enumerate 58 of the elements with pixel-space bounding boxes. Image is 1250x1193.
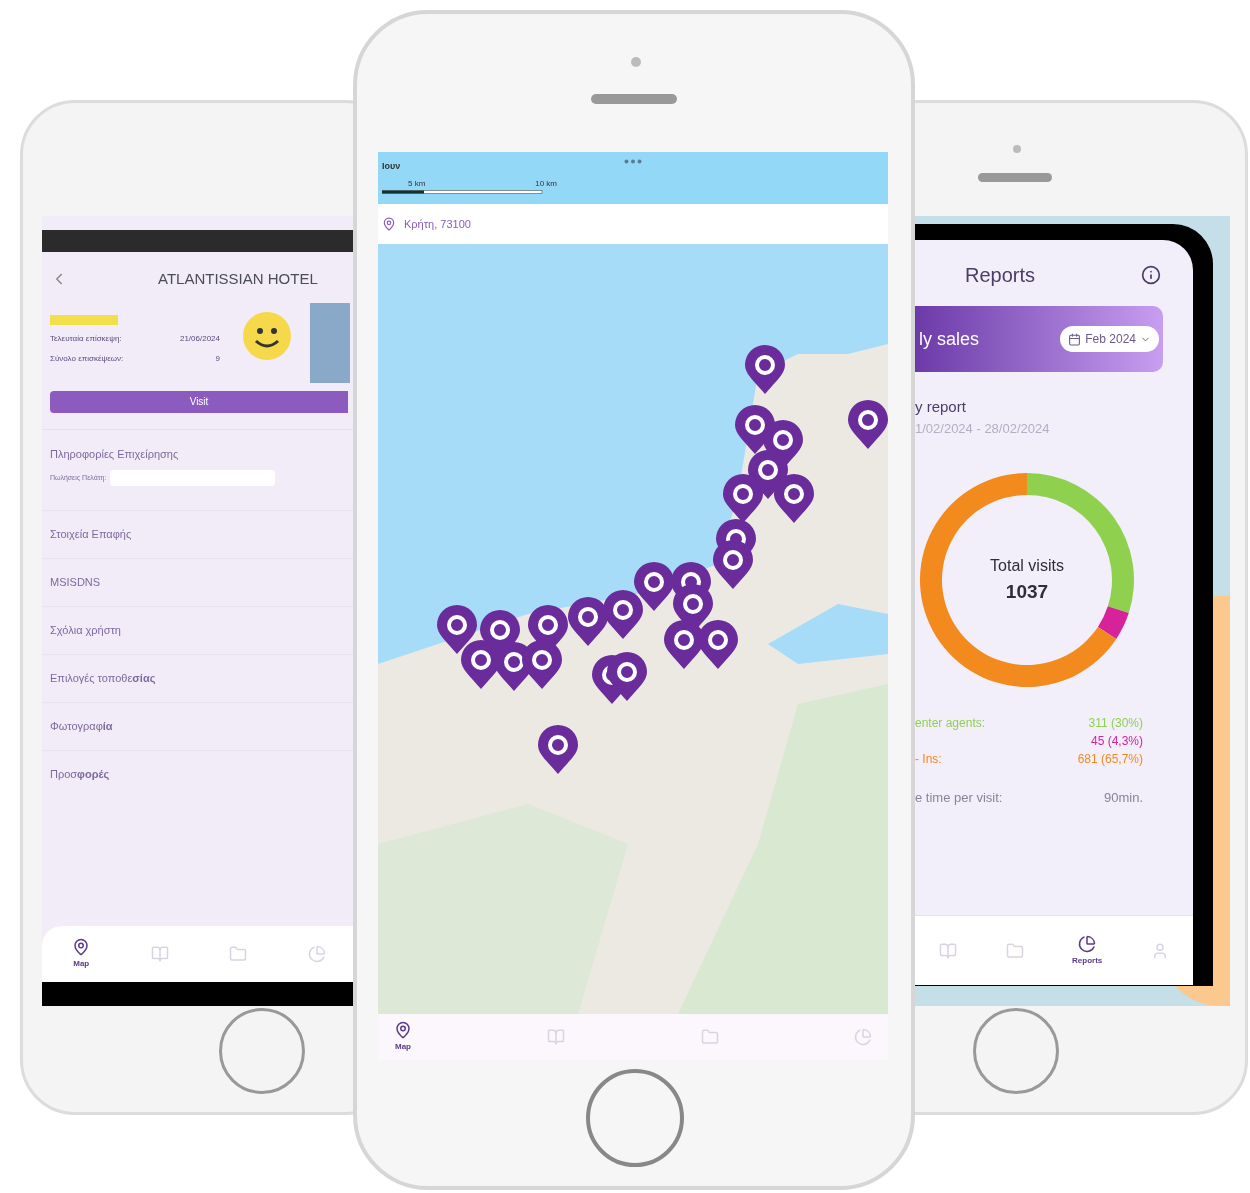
stat-label: enter agents: [915, 715, 986, 732]
detail-label: Τελευταία επίσκεψη: [50, 332, 122, 345]
visit-button[interactable]: Visit [50, 390, 348, 413]
calendar-icon [1068, 332, 1082, 346]
detail-value: 9 [215, 352, 220, 365]
total-value: 1037 [1005, 579, 1049, 604]
menu-item[interactable]: Επιλογές τοποθεσίας [50, 670, 156, 687]
book-icon [939, 941, 958, 960]
speaker-icon [591, 94, 677, 104]
map-pin-icon [72, 938, 91, 956]
pie-chart-icon [307, 945, 326, 963]
month-dropdown[interactable]: Feb 2024 [1060, 326, 1159, 352]
scale-label: 10 km [535, 178, 557, 190]
section-title: Πληροφορίες Επιχείρησης [49, 446, 180, 462]
report-range: 1/02/2024 - 28/02/2024 [915, 419, 1051, 438]
menu-item[interactable]: Στοιχεία Επαφής [50, 526, 132, 543]
camera-icon [1013, 145, 1021, 153]
stat-value: 90min. [1103, 789, 1143, 807]
stat-value: 311 (30%) [1088, 715, 1143, 732]
detail-label: Σύνολο επισκέψεων: [50, 352, 124, 365]
home-button[interactable] [973, 1008, 1059, 1094]
stat-label: - Ins: [915, 751, 942, 768]
location-pin-icon [382, 217, 396, 231]
menu-item[interactable]: Σχόλια χρήστη [50, 622, 121, 639]
camera-icon [631, 57, 641, 67]
folder-icon [700, 1028, 719, 1046]
banner-title: ly sales [919, 327, 980, 351]
menu-item[interactable]: Φωτογραφία [50, 718, 113, 735]
menu-item[interactable]: MSISDNS [50, 574, 101, 591]
total-label: Total visits [990, 555, 1064, 576]
book-icon [150, 945, 169, 963]
stat-value: 681 (65,7%) [1077, 751, 1143, 768]
nav-tab[interactable]: Map [386, 1017, 420, 1057]
book-icon [547, 1028, 566, 1046]
folder-icon [1005, 941, 1024, 960]
map-pin-icon [394, 1021, 412, 1039]
status-badge [50, 314, 118, 325]
menu-item[interactable]: Προσφορές [50, 766, 110, 783]
stat-label: e time per visit: [915, 789, 1003, 807]
scale-label: 5 km [408, 178, 426, 190]
map-label: Ιουν [382, 161, 401, 171]
home-button[interactable] [219, 1008, 305, 1094]
location-text: Κρήτη, 73100 [404, 216, 471, 232]
report-title: y report [915, 397, 967, 417]
stat-value: 45 (4,3%) [1090, 733, 1143, 750]
pie-chart-icon [1078, 934, 1097, 953]
nav-tab[interactable]: Map [64, 934, 99, 974]
pie-chart-icon [854, 1028, 872, 1046]
hotel-title: ATLANTISSIAN HOTEL [158, 269, 318, 289]
page-title: Reports [965, 263, 1036, 288]
more-icon[interactable] [624, 159, 642, 164]
folder-icon [229, 945, 248, 963]
speaker-icon [978, 173, 1052, 182]
smiley-icon [242, 310, 292, 361]
nav-tab[interactable]: Reports [1064, 930, 1111, 971]
home-button[interactable] [586, 1069, 684, 1167]
detail-value: 21/06/2024 [179, 332, 220, 345]
info-icon[interactable] [1141, 265, 1161, 285]
